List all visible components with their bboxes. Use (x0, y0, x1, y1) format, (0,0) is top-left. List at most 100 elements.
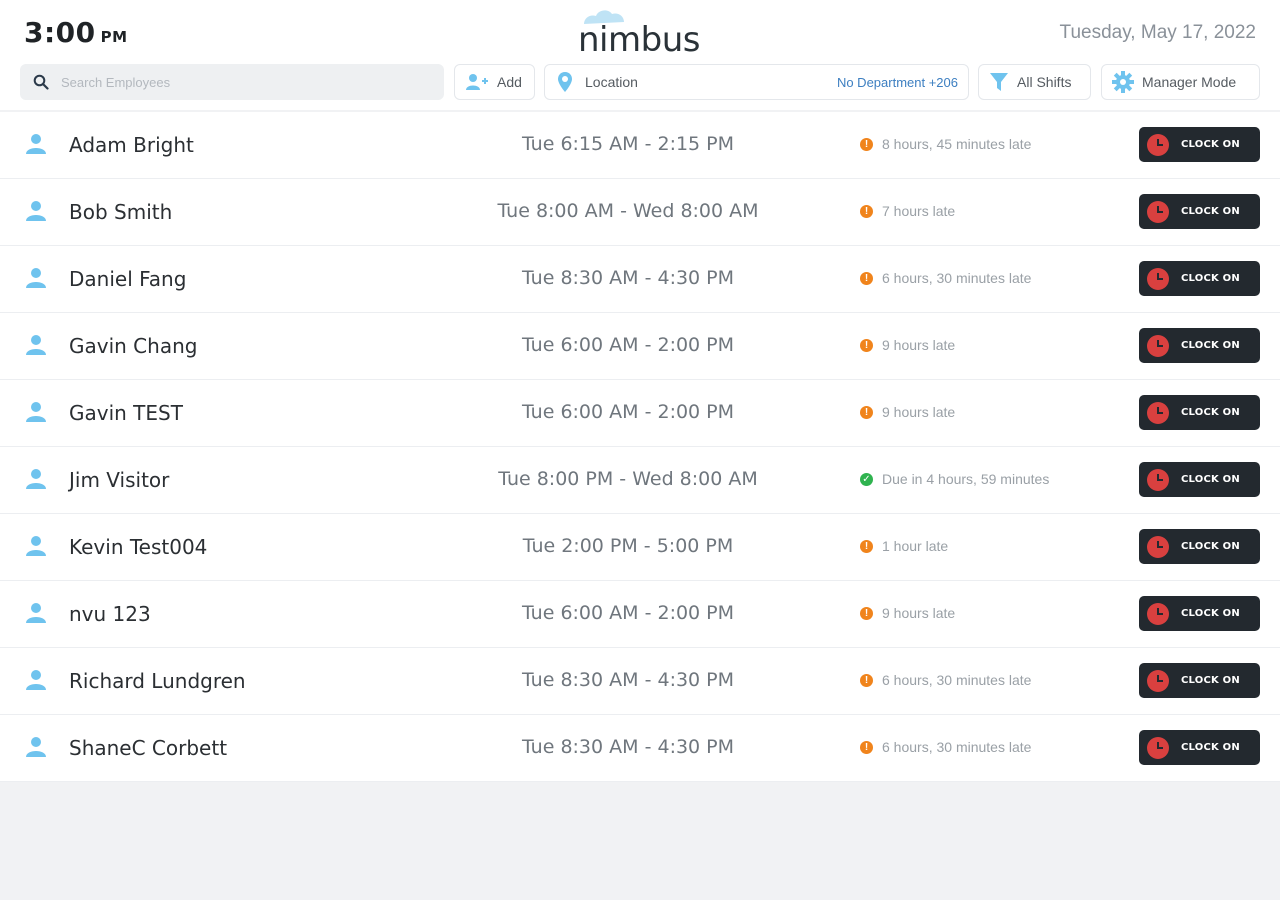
employee-row[interactable]: Jim Visitor Tue 8:00 PM - Wed 8:00 AM ✓ Due… (0, 447, 1280, 514)
all-shifts-filter[interactable]: All Shifts (978, 64, 1091, 100)
employee-name: Kevin Test004 (69, 535, 208, 559)
alert-icon: ! (860, 271, 873, 285)
time-ampm: PM (100, 28, 128, 46)
department-filter[interactable]: No Department +206 (837, 75, 958, 90)
clock-on-button[interactable]: CLOCK ON (1139, 529, 1260, 564)
clock-on-button[interactable]: CLOCK ON (1139, 127, 1260, 162)
gear-icon (1112, 71, 1134, 93)
shift-status: ! 9 hours late (860, 605, 955, 621)
shift-status: ! 9 hours late (860, 337, 955, 353)
clock-on-label: CLOCK ON (1181, 675, 1240, 686)
header: 3:00PM nimbus Tuesday, May 17, 2022 Add (0, 0, 1280, 110)
shift-status: ! 1 hour late (860, 538, 948, 554)
user-icon (26, 737, 46, 757)
employee-name: Jim Visitor (69, 468, 170, 492)
employee-row[interactable]: Gavin Chang Tue 6:00 AM - 2:00 PM! 9 hours… (0, 313, 1280, 380)
user-icon (26, 536, 46, 556)
user-icon (26, 335, 46, 355)
search-box[interactable] (20, 64, 444, 100)
clock-on-button[interactable]: CLOCK ON (1139, 328, 1260, 363)
employee-row[interactable]: Daniel Fang Tue 8:30 AM - 4:30 PM! 6 hours… (0, 246, 1280, 313)
clock-on-label: CLOCK ON (1181, 139, 1240, 150)
clock-icon (1147, 468, 1169, 491)
status-text: 6 hours, 30 minutes late (882, 270, 1032, 286)
search-icon (33, 74, 49, 90)
employee-row[interactable]: nvu 123 Tue 6:00 AM - 2:00 PM ! 9 hours lat… (0, 581, 1280, 648)
clock-icon (1147, 267, 1169, 290)
alert-icon: ! (860, 740, 873, 754)
shift-status: ! 6 hours, 30 minutes late (860, 270, 1031, 286)
employee-row[interactable]: Adam Bright Tue 6:15 AM - 2:15 PM! 8 hours… (0, 112, 1280, 179)
employee-name: Richard Lundgren (69, 669, 246, 693)
status-text: 9 hours late (882, 337, 956, 353)
alert-icon: ! (860, 606, 873, 620)
clock-on-button[interactable]: CLOCK ON (1139, 730, 1260, 765)
user-icon (26, 134, 46, 154)
clock-on-button[interactable]: CLOCK ON (1139, 395, 1260, 430)
all-shifts-label: All Shifts (1017, 74, 1072, 90)
clock-on-label: CLOCK ON (1181, 608, 1240, 619)
manager-mode-button[interactable]: Manager Mode (1101, 64, 1260, 100)
alert-icon: ! (860, 137, 873, 151)
employee-name: Daniel Fang (69, 267, 187, 291)
shift-time: Tue 8:30 AM - 4:30 PM (521, 736, 735, 758)
employee-name: Bob Smith (69, 200, 173, 224)
user-icon (26, 201, 46, 221)
add-label: Add (497, 74, 522, 90)
employee-row[interactable]: Kevin Test004 Tue 2:00 PM - 5:00 PM! 1 hou… (0, 514, 1280, 581)
shift-status: ! 9 hours late (860, 404, 955, 420)
clock-on-button[interactable]: CLOCK ON (1139, 261, 1260, 296)
toolbar: Add Location No Department +206 All Shif… (20, 64, 1260, 100)
shift-time: Tue 6:15 AM - 2:15 PM (521, 133, 735, 155)
nimbus-logo: nimbus (578, 8, 708, 60)
shift-time: Tue 6:00 AM - 2:00 PM (521, 334, 735, 356)
status-text: Due in 4 hours, 59 minutes (882, 471, 1050, 487)
search-input[interactable] (61, 74, 421, 90)
alert-icon: ! (860, 204, 873, 218)
employee-name: nvu 123 (69, 602, 151, 626)
employee-row[interactable]: Gavin TEST Tue 6:00 AM - 2:00 PM! 9 hours … (0, 380, 1280, 447)
clock-on-button[interactable]: CLOCK ON (1139, 194, 1260, 229)
employee-row[interactable]: Richard Lundgren Tue 8:30 AM - 4:30 PM! 6 … (0, 648, 1280, 715)
add-user-icon (466, 74, 488, 90)
shift-status: ! 8 hours, 45 minutes late (860, 136, 1031, 152)
clock-icon (1147, 401, 1169, 424)
shift-time: Tue 8:30 AM - 4:30 PM (521, 267, 735, 289)
clock-on-label: CLOCK ON (1181, 474, 1240, 485)
employee-name: ShaneC Corbett (69, 736, 228, 760)
employee-name: Gavin TEST (69, 401, 183, 425)
shift-status: ✓ Due in 4 hours, 59 minutes (860, 471, 1049, 487)
shift-time: Tue 2:00 PM - 5:00 PM (522, 535, 734, 557)
clock-icon (1147, 602, 1169, 625)
user-icon (26, 268, 46, 288)
location-selector[interactable]: Location No Department +206 (544, 64, 969, 100)
alert-icon: ! (860, 539, 873, 553)
shift-time: Tue 6:00 AM - 2:00 PM (521, 401, 735, 423)
time-value: 3:00 (24, 16, 96, 49)
clock-on-label: CLOCK ON (1181, 273, 1240, 284)
clock-icon (1147, 736, 1169, 759)
employee-list: Adam Bright Tue 6:15 AM - 2:15 PM! 8 hours… (0, 112, 1280, 782)
status-text: 9 hours late (882, 404, 956, 420)
status-text: 7 hours late (882, 203, 956, 219)
add-employee-button[interactable]: Add (454, 64, 535, 100)
clock-on-label: CLOCK ON (1181, 340, 1240, 351)
clock-icon (1147, 535, 1169, 558)
clock-icon (1147, 334, 1169, 357)
clock-icon (1147, 669, 1169, 692)
status-text: 1 hour late (882, 538, 949, 554)
clock-on-button[interactable]: CLOCK ON (1139, 462, 1260, 497)
user-icon (26, 402, 46, 422)
clock-on-button[interactable]: CLOCK ON (1139, 663, 1260, 698)
shift-status: ! 6 hours, 30 minutes late (860, 739, 1031, 755)
filter-icon (990, 73, 1008, 91)
clock-on-button[interactable]: CLOCK ON (1139, 596, 1260, 631)
user-icon (26, 670, 46, 690)
employee-row[interactable]: Bob Smith Tue 8:00 AM - Wed 8:00 AM! 7 hou… (0, 179, 1280, 246)
clock-on-label: CLOCK ON (1181, 206, 1240, 217)
user-icon (26, 469, 46, 489)
alert-icon: ! (860, 405, 873, 419)
employee-row[interactable]: ShaneC Corbett Tue 8:30 AM - 4:30 PM ! 6 ho… (0, 715, 1280, 782)
clock-on-label: CLOCK ON (1181, 541, 1240, 552)
shift-time: Tue 6:00 AM - 2:00 PM (521, 602, 735, 624)
